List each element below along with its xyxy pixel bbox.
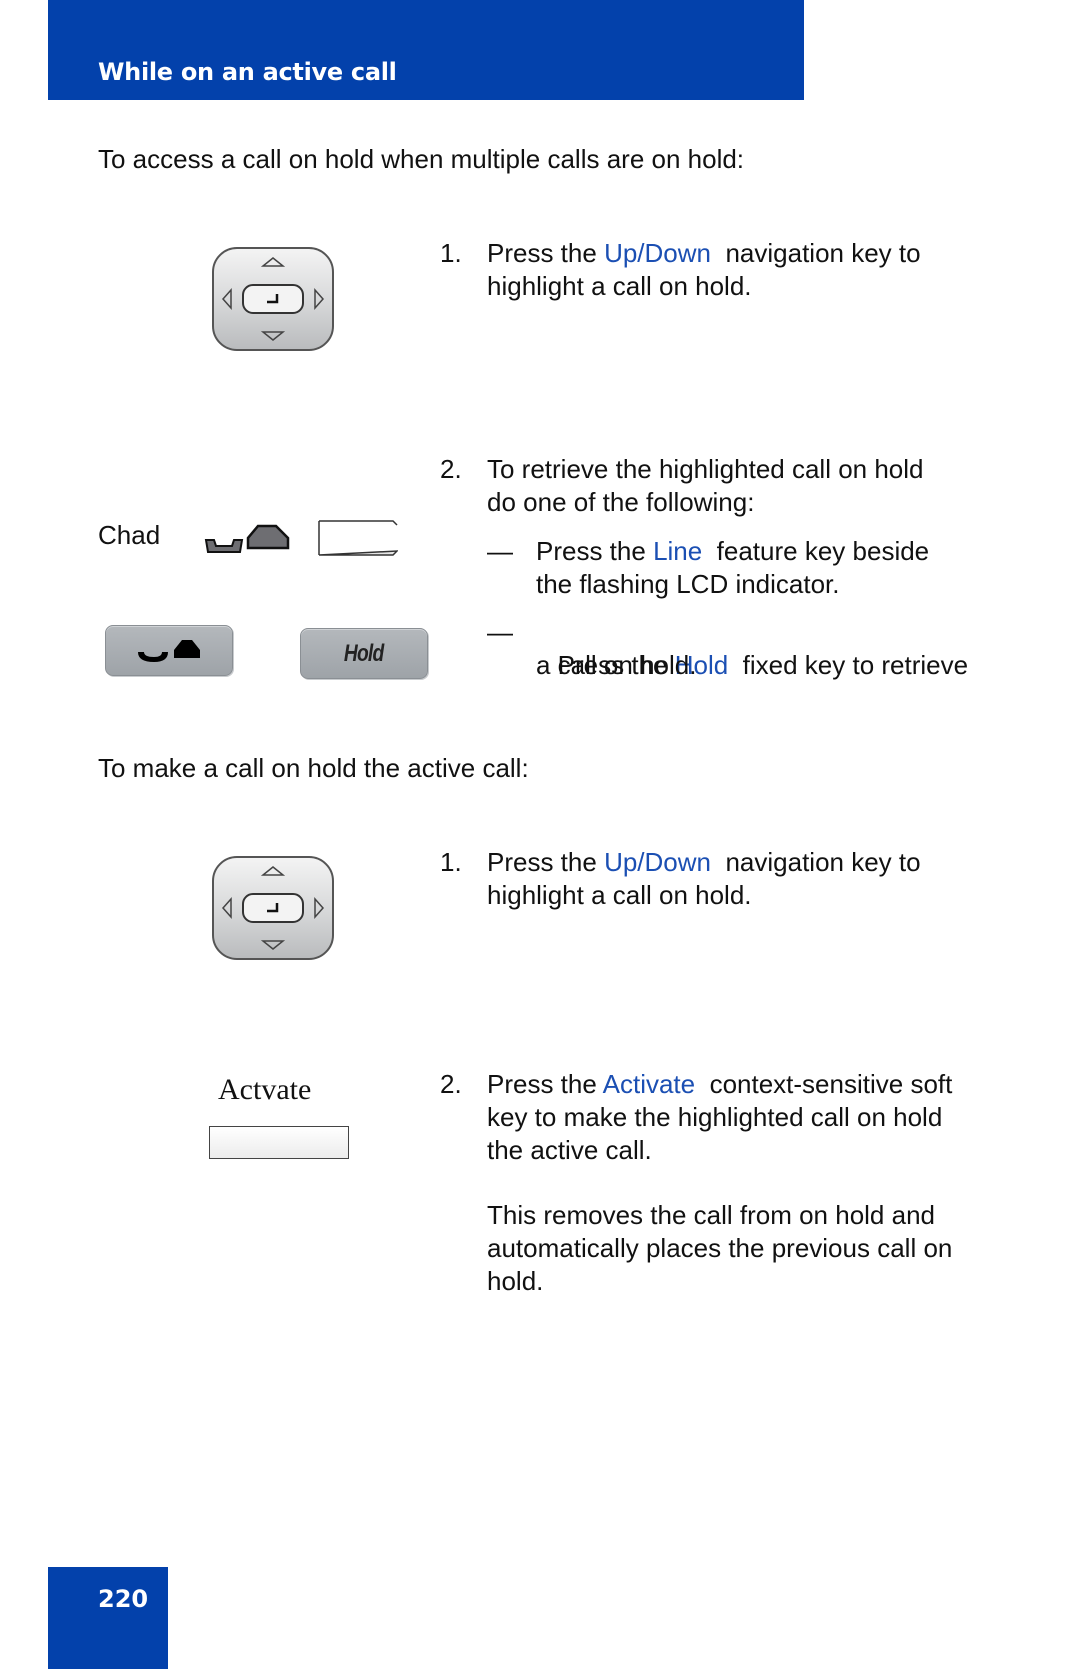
hold-key-label: Hold [344, 639, 384, 667]
key-name-updown: Up/Down [604, 238, 711, 268]
step-text: highlight a call on hold. [487, 880, 752, 910]
option-dash: — [487, 617, 513, 647]
option-text-part: fixed key to retrieve [728, 650, 969, 680]
step-text: Press the Up/Down navigation key to [487, 846, 921, 879]
handset-icon [138, 639, 200, 662]
step-text: To retrieve the highlighted call on hold [487, 454, 924, 484]
step-text: key to make the highlighted call on hold [487, 1102, 943, 1132]
line-indicator-icon [204, 524, 290, 553]
display-line-label: Chad [98, 520, 161, 550]
chapter-title: While on an active call [98, 58, 397, 86]
navigation-key-icon [212, 247, 334, 351]
step-number: 2. [440, 454, 462, 484]
step-text: Press the Up/Down navigation key to [487, 237, 921, 270]
section1-intro: To access a call on hold when multiple c… [98, 144, 745, 174]
step-number: 1. [440, 847, 462, 877]
key-name-updown: Up/Down [604, 847, 711, 877]
option-text-part: feature key beside [702, 536, 930, 566]
page-number: 220 [98, 1585, 149, 1613]
step-text-part: context-sensitive soft [695, 1069, 953, 1099]
chapter-header-bar: While on an active call [48, 0, 804, 100]
option-text-part: Press the [536, 536, 654, 566]
option-text: a call on hold. [536, 650, 697, 680]
note-text: automatically places the previous call o… [487, 1233, 953, 1263]
option-text: the flashing LCD indicator. [536, 569, 840, 599]
step-text: Press the Activate context-sensitive sof… [487, 1068, 952, 1101]
line-feature-key[interactable] [318, 520, 399, 556]
line-handset-key[interactable] [105, 625, 233, 676]
option-text: Press the Line feature key beside [536, 535, 929, 568]
note-text: hold. [487, 1266, 544, 1296]
key-name-line: Line [653, 536, 703, 566]
hold-key[interactable]: Hold [300, 628, 428, 679]
note-text: This removes the call from on hold and [487, 1200, 935, 1230]
activate-softkey[interactable] [209, 1126, 349, 1159]
option-dash: — [487, 536, 513, 566]
step-text-part: Press the [487, 847, 605, 877]
key-name-activate: Activate [602, 1069, 696, 1099]
step-text: do one of the following: [487, 487, 755, 517]
page-number-box: 220 [48, 1567, 168, 1669]
step-number: 2. [440, 1069, 462, 1099]
softkey-label: Actvate [218, 1073, 312, 1106]
step-text: the active call. [487, 1135, 652, 1165]
step-text: highlight a call on hold. [487, 271, 752, 301]
section2-intro: To make a call on hold the active call: [98, 753, 529, 783]
step-text-part: navigation key to [711, 238, 921, 268]
step-text-part: Press the [487, 1069, 603, 1099]
step-text-part: navigation key to [711, 847, 921, 877]
step-text-part: Press the [487, 238, 605, 268]
navigation-key-icon [212, 856, 334, 960]
step-number: 1. [440, 238, 462, 268]
